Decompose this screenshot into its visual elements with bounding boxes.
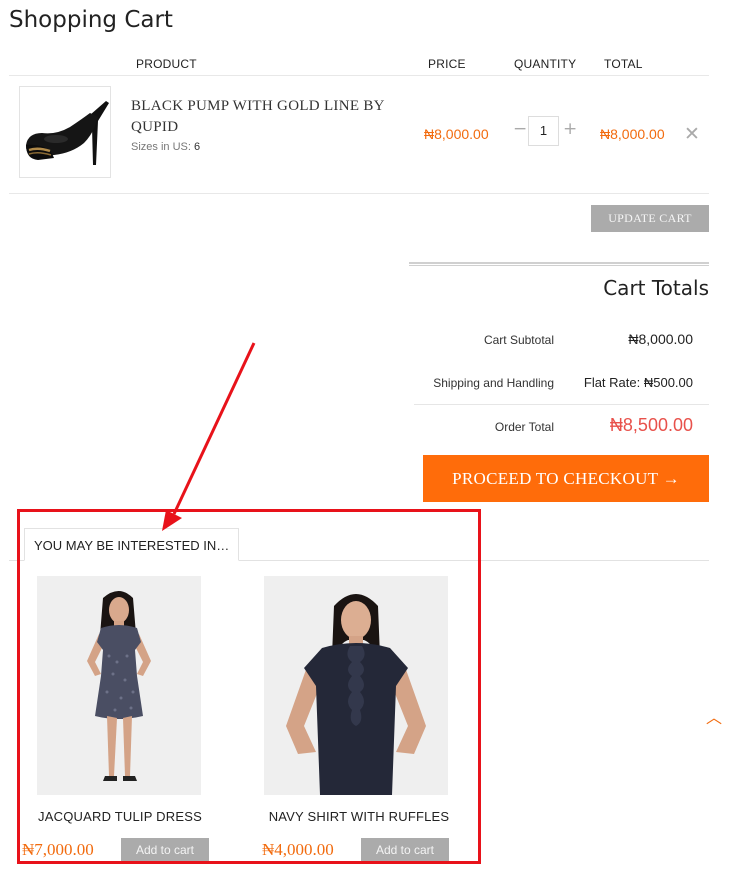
proceed-to-checkout-button[interactable]: PROCEED TO CHECKOUT →	[423, 455, 709, 502]
subtotal-label: Cart Subtotal	[483, 333, 554, 347]
quantity-input[interactable]: 1	[528, 116, 559, 146]
product-thumbnail[interactable]	[19, 86, 111, 178]
related-product-image-dress[interactable]	[37, 576, 201, 795]
header-divider	[9, 75, 709, 76]
subtotal-value: ₦8,000.00	[628, 331, 693, 347]
add-to-cart-button-dress[interactable]: Add to cart	[121, 838, 209, 863]
related-product-name-shirt[interactable]: NAVY SHIRT WITH RUFFLES	[262, 809, 456, 824]
update-cart-button[interactable]: UPDATE CART	[591, 205, 709, 232]
add-to-cart-button-shirt[interactable]: Add to cart	[361, 838, 449, 863]
woman-shirt-image	[264, 576, 448, 795]
header-price: PRICE	[428, 57, 466, 71]
cart-item-name[interactable]: BLACK PUMP WITH GOLD LINE BY QUPID	[131, 96, 401, 138]
tab-you-may-be-interested[interactable]: YOU MAY BE INTERESTED IN…	[24, 528, 240, 561]
quantity-decrease-button[interactable]: −	[513, 119, 527, 139]
related-product-name-dress[interactable]: JACQUARD TULIP DRESS	[37, 809, 203, 824]
size-value: 6	[193, 141, 201, 153]
quantity-increase-button[interactable]: +	[563, 119, 577, 139]
totals-line	[414, 404, 709, 405]
related-product-image-shirt[interactable]	[264, 576, 448, 795]
chevron-up-icon[interactable]: ︿	[706, 704, 722, 728]
totals-divider	[409, 262, 709, 266]
header-quantity: QUANTITY	[514, 57, 577, 71]
cart-item-price: ₦8,000.00	[424, 126, 489, 142]
row-divider	[9, 193, 709, 194]
header-product: PRODUCT	[136, 57, 197, 71]
related-product-price-shirt: ₦4,000.00	[262, 840, 334, 859]
page-title: Shopping Cart	[9, 7, 173, 33]
order-total-value: ₦8,500.00	[609, 415, 693, 435]
cart-item-size: Sizes in US: 6	[131, 141, 200, 153]
related-product-price-dress: ₦7,000.00	[22, 840, 94, 859]
shipping-label: Shipping and Handling	[433, 376, 554, 390]
cart-totals-title: Cart Totals	[603, 276, 709, 300]
shipping-value: Flat Rate: ₦500.00	[583, 375, 693, 390]
woman-dress-image	[37, 576, 201, 795]
size-label: Sizes in US:	[131, 141, 191, 153]
header-total: TOTAL	[604, 57, 643, 71]
cart-item-total: ₦8,000.00	[600, 126, 665, 142]
close-icon[interactable]: ✕	[684, 123, 700, 145]
black-pump-image	[20, 87, 110, 177]
order-total-label: Order Total	[494, 420, 554, 434]
